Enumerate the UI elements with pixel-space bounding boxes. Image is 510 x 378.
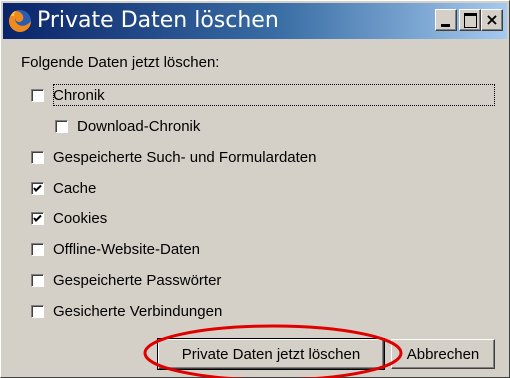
dialog-window: Private Daten löschen × Folgende Daten j…	[0, 0, 510, 378]
dialog-heading: Folgende Daten jetzt löschen:	[21, 54, 220, 71]
checkbox-checked[interactable]	[31, 181, 44, 195]
checkmark-icon	[33, 214, 42, 222]
checkbox[interactable]	[31, 88, 44, 102]
close-icon: ×	[485, 10, 499, 29]
checkmark-icon	[33, 184, 42, 192]
option-verbindungen[interactable]: Gesicherte Verbindungen	[31, 300, 222, 322]
checkbox[interactable]	[31, 150, 44, 164]
option-cookies[interactable]: Cookies	[31, 207, 107, 229]
option-label: Gespeicherte Passwörter	[53, 271, 222, 289]
checkbox[interactable]	[31, 242, 44, 256]
option-cache[interactable]: Cache	[31, 177, 96, 199]
focus-indicator	[53, 84, 495, 106]
checkbox[interactable]	[55, 119, 68, 133]
clear-private-data-button[interactable]: Private Daten jetzt löschen	[157, 338, 385, 370]
option-label: Offline-Website-Daten	[53, 240, 201, 258]
title-bar[interactable]: Private Daten löschen ×	[3, 3, 507, 39]
checkbox[interactable]	[31, 273, 44, 287]
option-label: Cookies	[53, 209, 108, 227]
option-formulardaten[interactable]: Gespeicherte Such- und Formulardaten	[31, 146, 316, 168]
option-label: Gesicherte Verbindungen	[53, 302, 223, 320]
minimize-button[interactable]	[435, 9, 457, 31]
checkbox[interactable]	[31, 304, 44, 318]
option-chronik[interactable]: Chronik	[31, 84, 105, 106]
option-label: Download-Chronik	[77, 117, 201, 135]
option-label: Chronik	[53, 86, 105, 104]
option-passwoerter[interactable]: Gespeicherte Passwörter	[31, 269, 221, 291]
window-title: Private Daten löschen	[37, 8, 279, 33]
option-label: Gespeicherte Such- und Formulardaten	[53, 148, 317, 166]
option-offline-daten[interactable]: Offline-Website-Daten	[31, 238, 200, 260]
firefox-icon	[9, 10, 31, 32]
checkbox-checked[interactable]	[31, 211, 44, 225]
cancel-button[interactable]: Abbrechen	[391, 339, 495, 369]
option-download-chronik[interactable]: Download-Chronik	[55, 115, 200, 137]
maximize-button[interactable]	[459, 9, 481, 31]
option-label: Cache	[53, 179, 97, 197]
close-button[interactable]: ×	[481, 9, 503, 31]
